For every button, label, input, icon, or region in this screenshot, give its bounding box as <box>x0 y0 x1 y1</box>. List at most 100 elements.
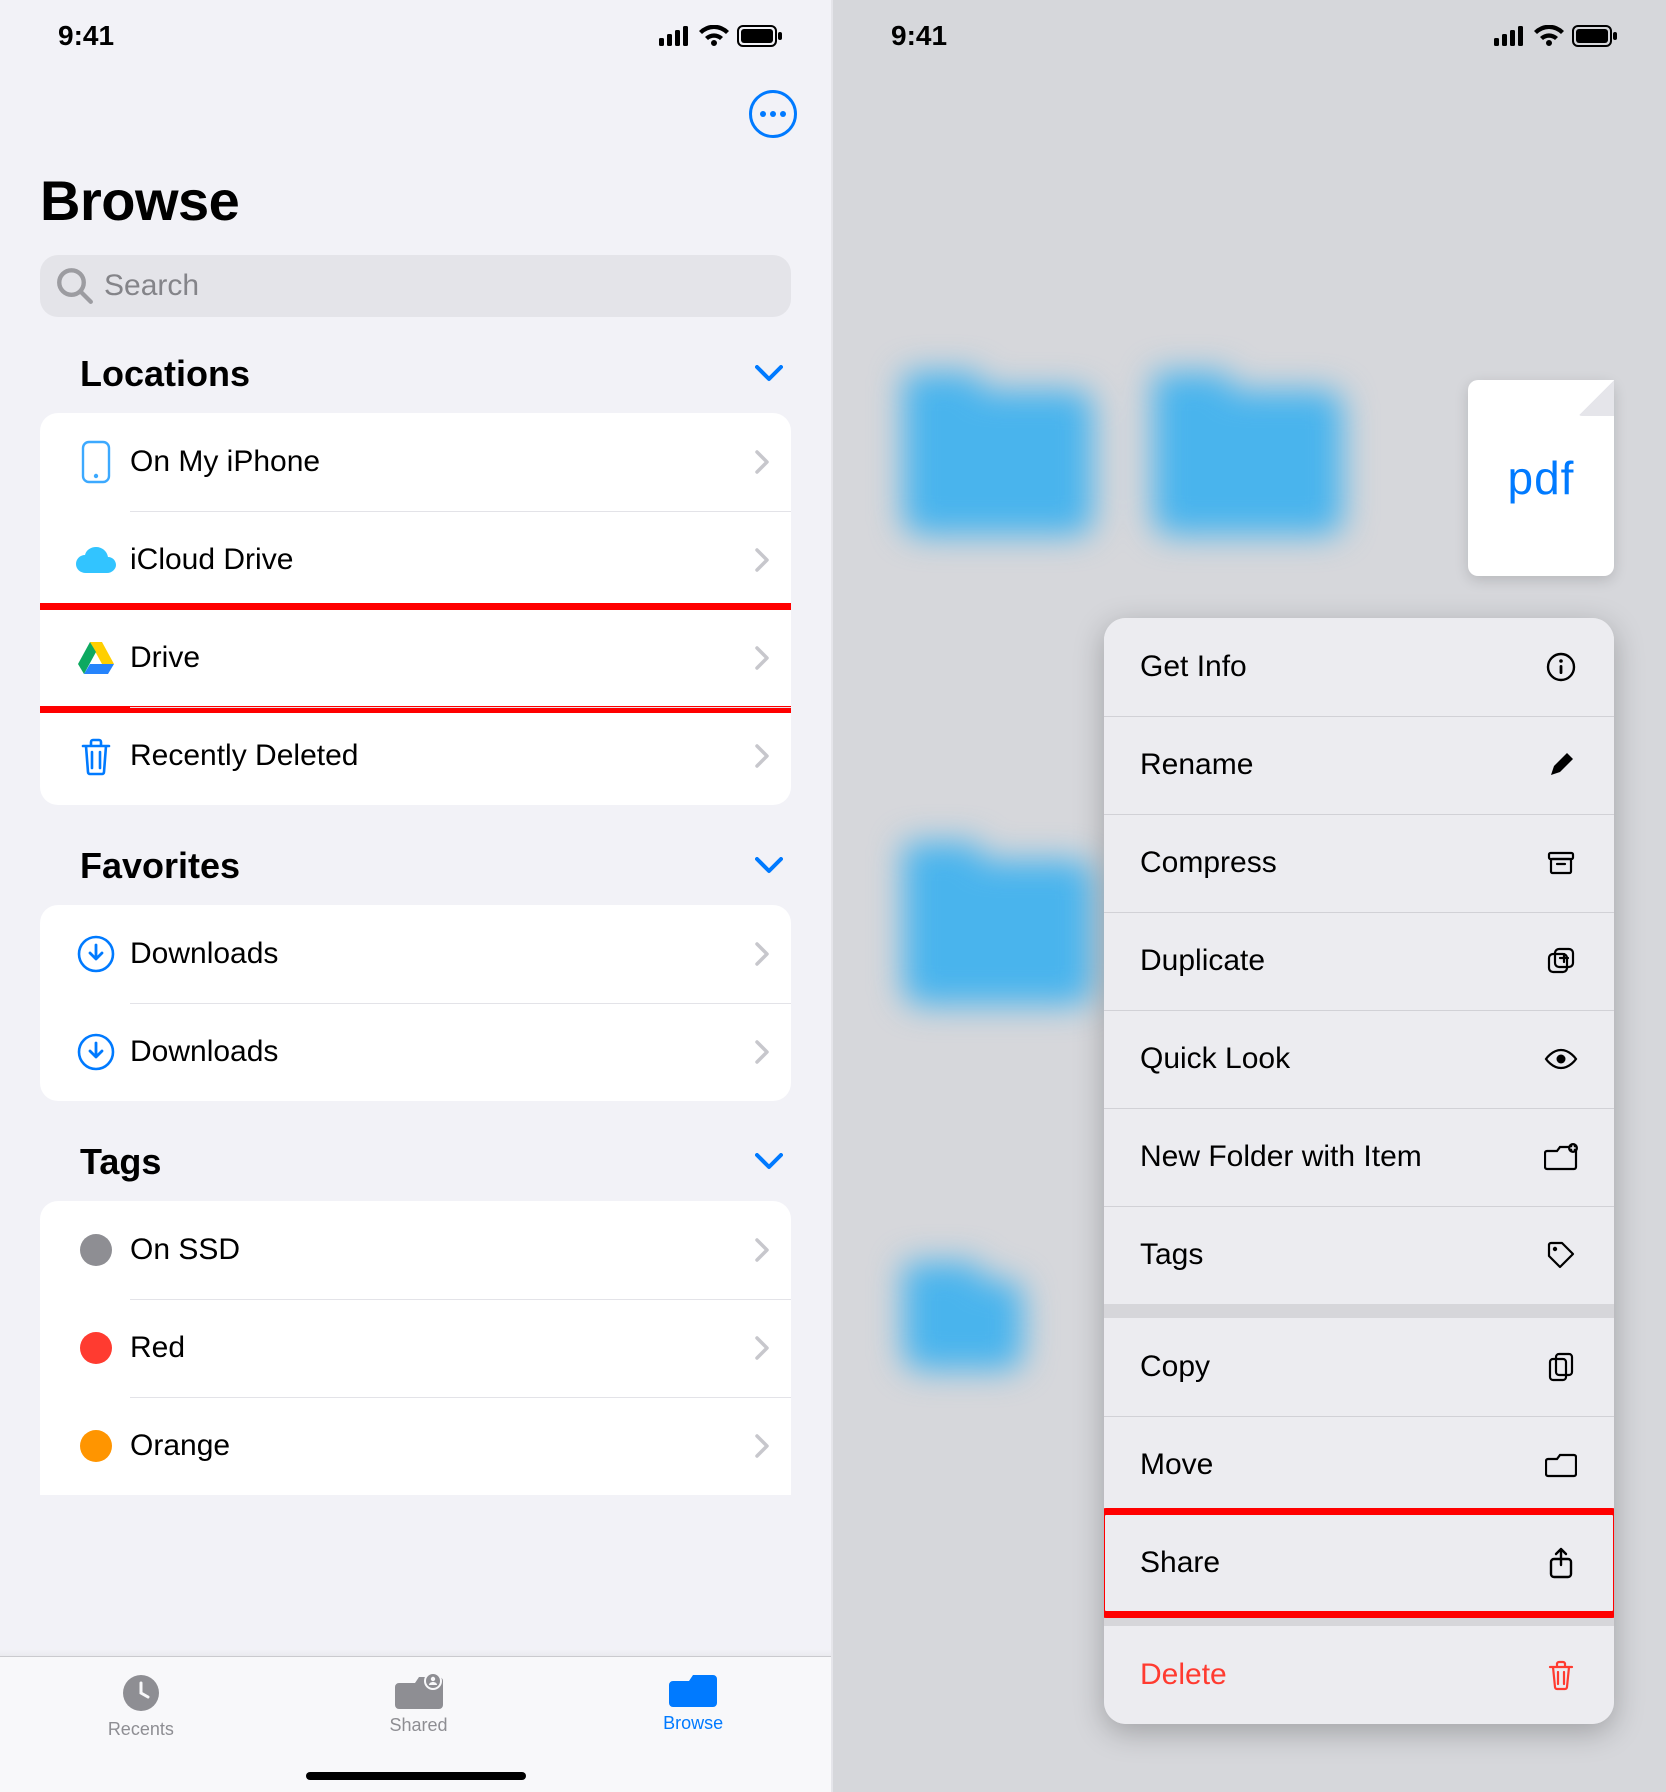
menu-item-label: Compress <box>1140 846 1277 880</box>
search-icon <box>54 265 96 307</box>
menu-quick-look[interactable]: Quick Look <box>1104 1010 1614 1108</box>
list-item-label: Downloads <box>130 937 755 971</box>
menu-item-label: Quick Look <box>1140 1042 1290 1076</box>
pencil-icon <box>1544 751 1578 779</box>
trash-icon <box>62 736 130 776</box>
section-header-tags[interactable]: Tags <box>0 1141 831 1201</box>
list-item-label: On SSD <box>130 1233 755 1267</box>
chevron-right-icon <box>755 1434 769 1458</box>
search-input[interactable]: Search <box>40 255 791 317</box>
chevron-right-icon <box>755 1040 769 1064</box>
location-google-drive[interactable]: Drive <box>40 609 791 707</box>
menu-move[interactable]: Move <box>1104 1416 1614 1514</box>
copy-icon <box>1544 1351 1578 1383</box>
download-icon <box>62 935 130 973</box>
list-item-label: Recently Deleted <box>130 739 755 773</box>
clock-icon <box>119 1671 163 1715</box>
tag-color-icon <box>62 1430 130 1462</box>
favorite-downloads-1[interactable]: Downloads <box>40 905 791 1003</box>
tag-color-icon <box>62 1332 130 1364</box>
eye-icon <box>1544 1048 1578 1070</box>
chevron-right-icon <box>755 942 769 966</box>
location-recently-deleted[interactable]: Recently Deleted <box>40 707 791 805</box>
menu-item-label: Delete <box>1140 1658 1227 1692</box>
section-header-locations[interactable]: Locations <box>0 353 831 413</box>
phone-context-menu-screen: 9:41 pdf Get Info Rename Compress Duplic… <box>833 0 1666 1792</box>
status-time: 9:41 <box>58 20 114 52</box>
tags-list: On SSD Red Orange <box>40 1201 791 1495</box>
tab-label: Shared <box>389 1715 447 1736</box>
chevron-down-icon <box>755 365 783 383</box>
tab-label: Recents <box>108 1719 174 1740</box>
menu-compress[interactable]: Compress <box>1104 814 1614 912</box>
list-item-label: On My iPhone <box>130 445 755 479</box>
folder-icon <box>1544 1452 1578 1478</box>
status-icons <box>659 25 783 47</box>
menu-separator <box>1104 1304 1614 1318</box>
section-header-label: Locations <box>80 353 250 395</box>
chevron-right-icon <box>755 1238 769 1262</box>
battery-icon <box>1572 25 1618 47</box>
list-item-label: Red <box>130 1331 755 1365</box>
chevron-right-icon <box>755 646 769 670</box>
menu-separator <box>1104 1612 1614 1626</box>
tag-color-icon <box>62 1234 130 1266</box>
tab-browse[interactable]: Browse <box>663 1671 723 1734</box>
download-icon <box>62 1033 130 1071</box>
menu-duplicate[interactable]: Duplicate <box>1104 912 1614 1010</box>
tab-recents[interactable]: Recents <box>108 1671 174 1740</box>
cellular-icon <box>659 26 691 46</box>
menu-item-label: Duplicate <box>1140 944 1265 978</box>
new-folder-icon <box>1544 1143 1578 1171</box>
tab-label: Browse <box>663 1713 723 1734</box>
menu-item-label: New Folder with Item <box>1140 1140 1422 1174</box>
tag-orange[interactable]: Orange <box>40 1397 791 1495</box>
wifi-icon <box>699 25 729 47</box>
cloud-icon <box>62 545 130 575</box>
tag-icon <box>1544 1240 1578 1270</box>
file-extension-label: pdf <box>1508 451 1575 505</box>
locations-list: On My iPhone iCloud Drive Drive Recently… <box>40 413 791 805</box>
menu-delete[interactable]: Delete <box>1104 1626 1614 1724</box>
context-menu: Get Info Rename Compress Duplicate Quick… <box>1104 618 1614 1724</box>
menu-item-label: Tags <box>1140 1238 1203 1272</box>
tag-onssd[interactable]: On SSD <box>40 1201 791 1299</box>
status-time: 9:41 <box>891 20 947 52</box>
section-header-label: Tags <box>80 1141 161 1183</box>
menu-get-info[interactable]: Get Info <box>1104 618 1614 716</box>
favorite-downloads-2[interactable]: Downloads <box>40 1003 791 1101</box>
location-on-my-iphone[interactable]: On My iPhone <box>40 413 791 511</box>
home-indicator[interactable] <box>306 1772 526 1780</box>
section-header-label: Favorites <box>80 845 240 887</box>
section-header-favorites[interactable]: Favorites <box>0 845 831 905</box>
menu-new-folder-with-item[interactable]: New Folder with Item <box>1104 1108 1614 1206</box>
menu-item-label: Share <box>1140 1546 1220 1580</box>
search-placeholder: Search <box>104 269 199 303</box>
info-icon <box>1544 652 1578 682</box>
cellular-icon <box>1494 26 1526 46</box>
battery-icon <box>737 25 783 47</box>
tab-bar: Recents Shared Browse <box>0 1656 831 1792</box>
chevron-right-icon <box>755 548 769 572</box>
menu-item-label: Copy <box>1140 1350 1210 1384</box>
trash-icon <box>1544 1659 1578 1691</box>
status-bar: 9:41 <box>833 0 1666 72</box>
favorites-list: Downloads Downloads <box>40 905 791 1101</box>
tag-red[interactable]: Red <box>40 1299 791 1397</box>
archive-icon <box>1544 848 1578 878</box>
chevron-right-icon <box>755 1336 769 1360</box>
wifi-icon <box>1534 25 1564 47</box>
menu-item-label: Get Info <box>1140 650 1247 684</box>
phone-browse-screen: 9:41 Browse Search Locations On My iPhon… <box>0 0 833 1792</box>
location-icloud-drive[interactable]: iCloud Drive <box>40 511 791 609</box>
tab-shared[interactable]: Shared <box>389 1671 447 1736</box>
menu-share[interactable]: Share <box>1104 1514 1614 1612</box>
menu-item-label: Rename <box>1140 748 1253 782</box>
chevron-down-icon <box>755 857 783 875</box>
menu-rename[interactable]: Rename <box>1104 716 1614 814</box>
list-item-label: Downloads <box>130 1035 755 1069</box>
more-options-button[interactable] <box>749 90 797 138</box>
menu-copy[interactable]: Copy <box>1104 1318 1614 1416</box>
menu-tags[interactable]: Tags <box>1104 1206 1614 1304</box>
pdf-file-preview[interactable]: pdf <box>1468 380 1614 576</box>
